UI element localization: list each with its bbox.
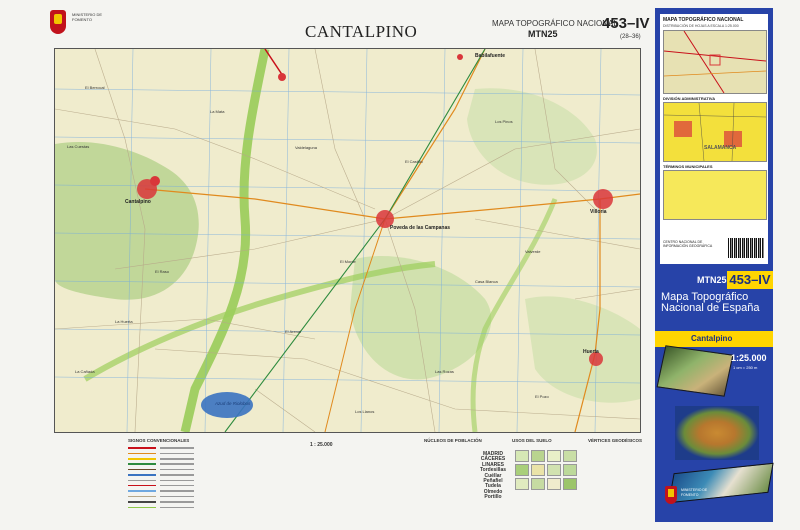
- cover-iberia-image: [675, 406, 759, 460]
- map-sheet: MINISTERIO DE FOMENTO CANTALPINO MAPA TO…: [0, 0, 800, 530]
- place-label: Valverde: [525, 249, 541, 254]
- population-example: Portillo: [484, 494, 502, 501]
- population-examples: MADRID CÁCERES LINARES Tordesillas Cuéll…: [476, 451, 510, 501]
- urban-villoria: [593, 189, 613, 209]
- inset-subtitle: DISTRIBUCIÓN DE HOJAS A ESCALA 1:25.000: [663, 24, 739, 28]
- place-label: La Cañada: [75, 369, 95, 374]
- main-road: [224, 49, 486, 432]
- inset-title: MAPA TOPOGRÁFICO NACIONAL: [663, 17, 744, 23]
- pine-forest-area: [55, 141, 199, 300]
- ministry-name: MINISTERIO DE FOMENTO: [72, 12, 103, 22]
- ministry-logo: MINISTERIO DE FOMENTO: [48, 8, 118, 44]
- legend-land-use-title: USOS DEL SUELO: [512, 438, 552, 443]
- scale-label: 1 : 25.000: [310, 442, 333, 448]
- spain-crest-icon: [50, 10, 66, 34]
- place-label: El Pozo: [535, 394, 549, 399]
- place-label: El Castillo: [405, 159, 423, 164]
- cover-panel: MAPA TOPOGRÁFICO NACIONAL DISTRIBUCIÓN D…: [655, 8, 774, 522]
- cover-ministry: MINISTERIO DE FOMENTO: [681, 488, 708, 497]
- place-label: El Raso: [155, 269, 170, 274]
- cover-crest-icon: [665, 486, 677, 504]
- cover-scale-sub: 1 cm = 250 m: [733, 365, 758, 370]
- legend-land-use: USOS DEL SUELO: [512, 438, 552, 446]
- ign-name: CENTRO NACIONAL DE INFORMACIÓN GEOGRÁFIC…: [663, 240, 713, 249]
- admin-title: DIVISIÓN ADMINISTRATIVA: [663, 96, 716, 101]
- admin-region-label: SALAMANCA: [704, 145, 737, 151]
- barcode: [728, 238, 764, 258]
- place-label: El Monte: [340, 259, 356, 264]
- legend-population: NÚCLEOS DE POBLACIÓN: [424, 438, 482, 446]
- cover-series-code: MTN25: [697, 275, 727, 285]
- town-label-babilafuente[interactable]: Babilafuente: [475, 53, 505, 59]
- place-label: El Arenal: [285, 329, 302, 334]
- inset-location-map: [663, 30, 767, 94]
- sheet-title: CANTALPINO: [305, 22, 418, 41]
- urban-north: [278, 54, 463, 81]
- topographic-map[interactable]: Cantalpino Villoria Poveda de las Campan…: [54, 48, 641, 433]
- cover-sheet-name: Cantalpino: [691, 334, 733, 343]
- legend-conventional-signs: SIGNOS CONVENCIONALES: [128, 438, 194, 511]
- map-canvas: [55, 49, 640, 432]
- muni-title: TÉRMINOS MUNICIPALES: [663, 164, 713, 169]
- town-label-poveda[interactable]: Poveda de las Campanas: [390, 225, 450, 231]
- cover-scale: 1:25.000: [731, 353, 767, 363]
- cover-sheet-number: 453–IV: [727, 271, 773, 289]
- town-label-cantalpino[interactable]: Cantalpino: [125, 199, 151, 205]
- legend-geodesic-title: VÉRTICES GEODÉSICOS: [588, 438, 643, 443]
- inset-card: MAPA TOPOGRÁFICO NACIONAL DISTRIBUCIÓN D…: [660, 14, 768, 234]
- lake-label: Azud de Riolobos: [215, 401, 251, 406]
- cover-series-title: Mapa Topográfico Nacional de España: [661, 291, 760, 314]
- place-label: Los Pinos: [495, 119, 513, 124]
- land-use-swatches: [515, 450, 585, 490]
- town-label-villoria[interactable]: Villoria: [590, 209, 607, 215]
- place-label: Los Llanos: [355, 409, 375, 414]
- place-label: La Mata: [210, 109, 225, 114]
- admin-division-map: SALAMANCA: [663, 102, 767, 162]
- sheet-grid-ref: (28–36): [620, 34, 641, 40]
- legend-population-title: NÚCLEOS DE POBLACIÓN: [424, 438, 482, 443]
- admin-map-canvas: [663, 102, 767, 162]
- municipal-terms-list: [663, 170, 767, 220]
- sheet-header: MINISTERIO DE FOMENTO CANTALPINO MAPA TO…: [40, 8, 652, 52]
- place-label: Casa Blanca: [475, 279, 498, 284]
- town-label-huerta[interactable]: Huerta: [583, 349, 599, 355]
- series-label: MAPA TOPOGRÁFICO NACIONAL: [492, 19, 618, 28]
- cover-name-band: Cantalpino: [655, 331, 773, 347]
- legend-geodesic: VÉRTICES GEODÉSICOS: [588, 438, 642, 446]
- place-label: Valdelaguna: [295, 145, 317, 150]
- sheet-number: 453–IV: [602, 15, 650, 32]
- place-label: Las Rozas: [435, 369, 454, 374]
- inset-map-canvas: [664, 31, 766, 93]
- place-label: El Berrocal: [85, 85, 105, 90]
- series-code: MTN25: [528, 29, 558, 39]
- cover-coast-image: [668, 462, 774, 504]
- place-label: La Huerta: [115, 319, 133, 324]
- map-legend: SIGNOS CONVENCIONALES 1 : 25.000 NÚCLEOS…: [40, 434, 654, 524]
- forest-area-north: [467, 88, 597, 185]
- legend-signs-title: SIGNOS CONVENCIONALES: [128, 438, 190, 443]
- ign-card: CENTRO NACIONAL DE INFORMACIÓN GEOGRÁFIC…: [660, 234, 768, 264]
- cover-aerial-image: [656, 345, 734, 397]
- place-label: Las Cuestas: [67, 144, 90, 149]
